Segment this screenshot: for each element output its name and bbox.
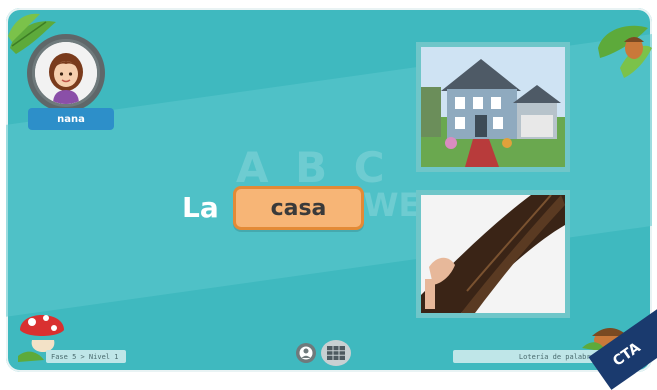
house-photo	[421, 47, 565, 167]
hair-photo	[421, 194, 565, 313]
game-title: Lotería de palabras	[453, 350, 605, 363]
word-card[interactable]: casa	[233, 186, 364, 230]
player-name: nana	[28, 108, 114, 130]
watermark-letters: A B C	[236, 143, 391, 192]
avatar-image	[35, 42, 97, 104]
acorn-icon	[598, 25, 652, 78]
grid-icon	[327, 346, 345, 360]
article-text: La	[182, 191, 219, 224]
profile-icon	[299, 346, 313, 360]
level-indicator: Fase 5 > Nivel 1	[46, 350, 126, 363]
player-avatar[interactable]	[27, 34, 105, 112]
grid-button[interactable]	[321, 340, 351, 366]
house-card[interactable]	[416, 42, 570, 172]
hair-card[interactable]	[416, 190, 570, 318]
profile-button[interactable]	[296, 343, 316, 363]
